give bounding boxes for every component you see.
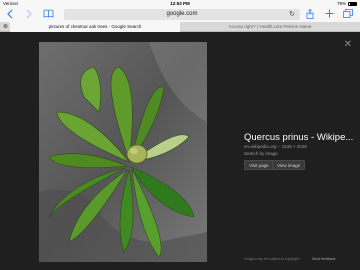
visit-page-button[interactable]: Visit page xyxy=(244,160,274,170)
copyright-note: Images may be subject to copyright. xyxy=(244,257,301,261)
tab-health[interactable]: Access right? | Health.com Pelvine Name xyxy=(180,22,360,32)
clock: 12:53 PM xyxy=(170,1,190,6)
image-viewer: ✕ Quercus prinus - Wikipe... en.wikipedi… xyxy=(0,32,360,270)
send-feedback-link[interactable]: Send feedback xyxy=(312,257,335,261)
back-icon[interactable] xyxy=(5,9,15,20)
view-image-button[interactable]: View image xyxy=(272,160,306,170)
search-by-image-link[interactable]: Search by image xyxy=(244,151,278,156)
address-bar[interactable]: google.com ↻ xyxy=(64,9,300,20)
tabs-icon[interactable] xyxy=(343,9,353,20)
battery-indicator: 79% xyxy=(337,1,357,6)
url-text: google.com xyxy=(166,11,198,17)
browser-toolbar: google.com ↻ xyxy=(0,7,360,22)
share-icon[interactable] xyxy=(305,8,315,20)
battery-percent: 79% xyxy=(336,1,346,6)
oak-leaves-photo xyxy=(39,42,207,262)
source-domain[interactable]: en.wikipedia.org xyxy=(244,144,277,149)
source-line: en.wikipedia.org – 1536 × 2048 xyxy=(244,144,307,149)
new-tab-icon[interactable] xyxy=(324,9,334,20)
image-dimensions: 1536 × 2048 xyxy=(281,144,307,149)
tab-strip: ⊗ pictures of chestnut oak trees - Googl… xyxy=(0,22,360,32)
preview-image[interactable] xyxy=(39,42,207,262)
tab-close-icon[interactable]: ⊗ xyxy=(3,23,8,31)
image-title[interactable]: Quercus prinus - Wikipe... xyxy=(244,132,353,143)
bookmarks-icon[interactable] xyxy=(42,9,54,20)
battery-icon xyxy=(348,1,357,6)
reload-icon[interactable]: ↻ xyxy=(289,9,295,20)
forward-icon[interactable] xyxy=(24,9,34,20)
close-icon[interactable]: ✕ xyxy=(344,40,352,50)
status-bar: Verizon 12:53 PM 79% xyxy=(0,0,360,7)
tab-google-search[interactable]: pictures of chestnut oak trees - Google … xyxy=(10,22,180,32)
